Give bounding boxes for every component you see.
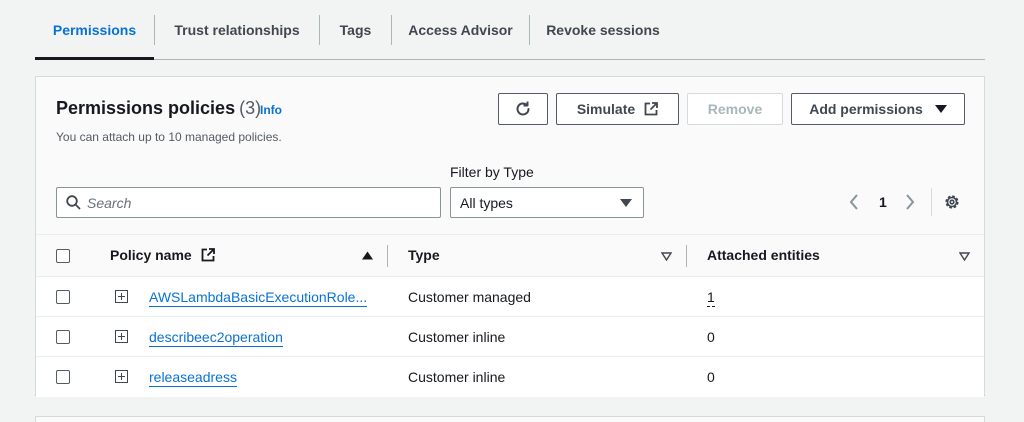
panel-description: You can attach up to 10 managed policies…: [56, 130, 282, 144]
page-number-button[interactable]: 1: [879, 194, 887, 210]
permissions-policies-panel: Permissions policies (3) Info You can att…: [35, 76, 985, 397]
next-panel: [35, 416, 985, 422]
next-page-icon[interactable]: [905, 194, 915, 210]
info-link[interactable]: Info: [260, 103, 282, 117]
caret-down-icon: [620, 199, 632, 207]
table-header: Policy name Type Attached entities: [36, 235, 984, 277]
expand-icon[interactable]: [115, 330, 128, 343]
policy-type: Customer inline: [408, 369, 506, 385]
row-checkbox[interactable]: [56, 290, 70, 304]
filter-by-type-label: Filter by Type: [450, 164, 534, 180]
external-link-icon: [644, 102, 659, 116]
sort-ascending-icon[interactable]: [362, 251, 373, 260]
pager-divider: [931, 188, 932, 216]
policy-name-link[interactable]: AWSLambdaBasicExecutionRole...: [149, 289, 368, 307]
panel-title: Permissions policies (3): [56, 98, 261, 119]
search-icon: [66, 195, 81, 210]
row-checkbox[interactable]: [56, 370, 70, 384]
tab-trust-relationships[interactable]: Trust relationships: [155, 0, 319, 59]
column-divider: [686, 245, 687, 267]
policy-count: (3): [239, 98, 262, 118]
expand-icon[interactable]: [115, 370, 128, 383]
external-link-icon: [201, 248, 215, 262]
simulate-label: Simulate: [576, 101, 636, 117]
tab-permissions[interactable]: Permissions: [35, 0, 154, 60]
attached-entities-count[interactable]: 1: [707, 289, 715, 307]
tab-revoke-sessions[interactable]: Revoke sessions: [530, 0, 676, 59]
sort-icon[interactable]: [959, 252, 970, 261]
column-policy-name[interactable]: Policy name: [110, 247, 215, 263]
type-filter-select[interactable]: All types: [450, 187, 644, 218]
simulate-button[interactable]: Simulate: [556, 93, 679, 125]
policy-type: Customer inline: [408, 329, 506, 345]
add-permissions-label: Add permissions: [809, 101, 923, 117]
column-attached-entities[interactable]: Attached entities: [707, 247, 820, 263]
table-row: describeec2operation Customer inline 0: [36, 317, 984, 357]
row-checkbox[interactable]: [56, 330, 70, 344]
column-type[interactable]: Type: [408, 247, 440, 263]
search-field[interactable]: [56, 187, 441, 218]
tab-bar: Permissions Trust relationships Tags Acc…: [35, 0, 985, 60]
column-policy-name-label: Policy name: [110, 247, 192, 263]
tab-tags[interactable]: Tags: [320, 0, 391, 59]
table-row: releaseadress Customer inline 0: [36, 357, 984, 397]
sort-icon[interactable]: [661, 252, 672, 261]
tab-access-advisor[interactable]: Access Advisor: [392, 0, 529, 59]
attached-entities-count: 0: [707, 369, 715, 385]
add-permissions-button[interactable]: Add permissions: [791, 93, 965, 125]
column-divider: [387, 245, 388, 267]
panel-title-text: Permissions policies: [56, 98, 236, 118]
policy-type: Customer managed: [408, 289, 531, 305]
attached-entities-count: 0: [707, 329, 715, 345]
policy-name-link[interactable]: releaseadress: [149, 369, 237, 387]
refresh-button[interactable]: [498, 93, 548, 125]
table-row: AWSLambdaBasicExecutionRole... Customer …: [36, 277, 984, 317]
select-all-checkbox[interactable]: [56, 249, 70, 263]
policy-name-link[interactable]: describeec2operation: [149, 329, 283, 347]
gear-icon[interactable]: [943, 193, 961, 211]
remove-button[interactable]: Remove: [687, 93, 783, 125]
caret-down-icon: [934, 105, 947, 113]
expand-icon[interactable]: [115, 290, 128, 303]
remove-label: Remove: [707, 101, 763, 117]
type-filter-value: All types: [460, 195, 513, 211]
previous-page-icon[interactable]: [849, 194, 859, 210]
panel-header: Permissions policies (3) Info You can att…: [36, 77, 984, 235]
refresh-icon: [516, 101, 530, 116]
search-input[interactable]: [87, 188, 427, 217]
